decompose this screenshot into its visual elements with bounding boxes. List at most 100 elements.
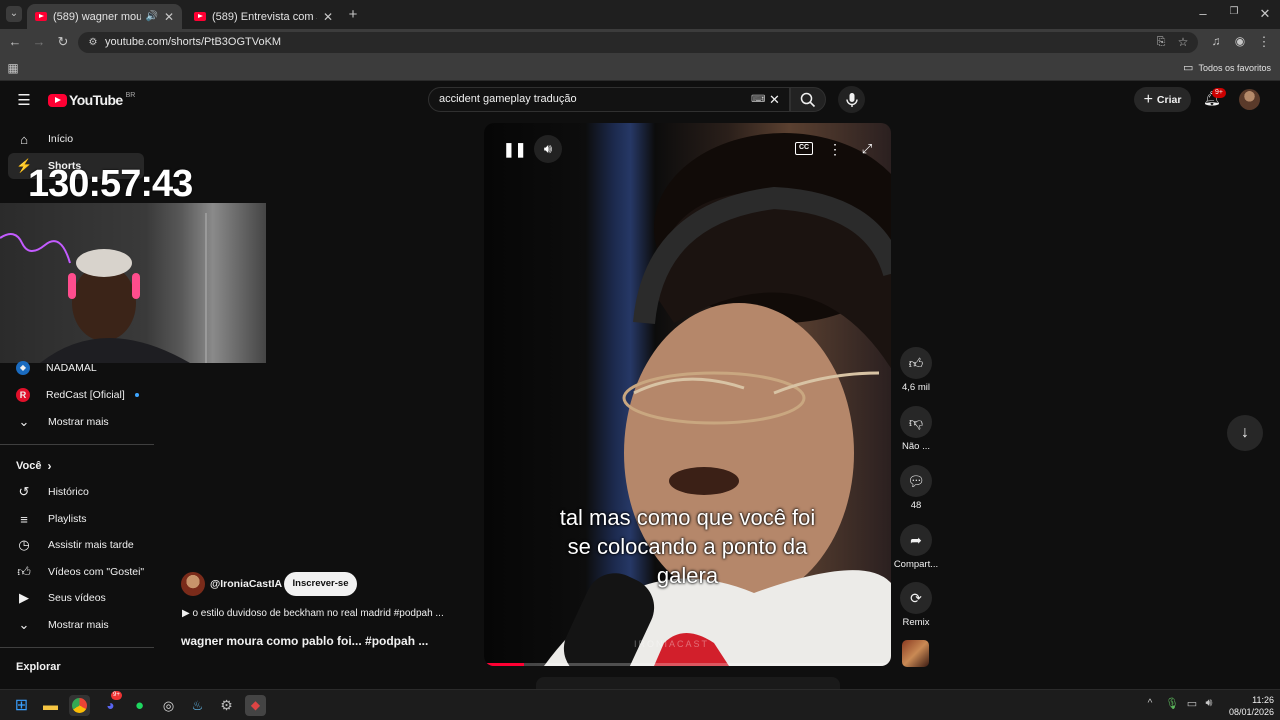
bookmark-star-icon[interactable]: ☆ — [1176, 32, 1190, 53]
search-input[interactable]: accident gameplay tradução ⌨ ✕ — [428, 87, 790, 112]
progress-bar[interactable] — [484, 663, 891, 666]
captions-icon[interactable]: CC — [795, 142, 813, 155]
channel-avatar-icon: R — [16, 388, 30, 402]
youtube-favicon-icon — [194, 12, 206, 21]
youtube-page: ☰ YouTube BR accident gameplay tradução … — [0, 81, 1280, 689]
new-tab-icon[interactable]: + — [346, 6, 360, 23]
more-options-icon[interactable]: ⋮ — [828, 141, 842, 158]
youtube-play-logo-icon — [48, 93, 67, 107]
media-control-icon[interactable]: ♫ — [1208, 34, 1224, 48]
site-info-icon[interactable]: ⚙ — [86, 32, 100, 53]
plus-icon: + — [1143, 90, 1153, 108]
microphone-icon — [846, 93, 858, 107]
browser-tab-strip: ⌄ (589) wagner moura como pablo foi... #… — [0, 0, 1280, 29]
url-text: youtube.com/shorts/PtB3OGTVoKM — [105, 36, 282, 48]
volume-button[interactable]: 🔊︎ — [534, 135, 562, 163]
webcam-scene — [0, 213, 207, 363]
webcam-overlay — [0, 203, 266, 363]
chrome-logo-icon — [72, 698, 87, 713]
channel-handle[interactable]: @IroniaCastIA — [210, 578, 282, 590]
all-bookmarks-button[interactable]: ▭ Todos os favoritos — [1183, 61, 1271, 74]
share-button[interactable]: ➦ — [900, 524, 932, 556]
search-button[interactable] — [790, 87, 826, 112]
sidebar-item-home[interactable]: ⌂ Início — [0, 126, 150, 152]
network-icon[interactable]: ▭ — [1186, 697, 1198, 710]
tab-wagner-moura[interactable]: (589) wagner moura como pablo foi... #po… — [27, 4, 182, 29]
like-button[interactable]: 👍︎ — [900, 347, 932, 379]
bookmarks-bar: ▦ ▭ Todos os favoritos — [0, 56, 1280, 81]
clear-search-icon[interactable]: ✕ — [768, 88, 781, 111]
tab-search-icon[interactable]: ⌄ — [6, 6, 22, 22]
chrome-taskbar-icon[interactable] — [69, 695, 90, 716]
app-icon[interactable]: ◆ — [245, 695, 266, 716]
microphone-tray-icon[interactable]: 🎙︎ — [1165, 697, 1179, 710]
channel-avatar[interactable] — [181, 572, 205, 596]
next-short-button[interactable]: ↓ — [1227, 415, 1263, 451]
sidebar-item-redcast[interactable]: R RedCast [Oficial] — [0, 382, 150, 408]
sidebar-item-watch-later[interactable]: ◷ Assistir mais tarde — [0, 532, 150, 558]
sidebar-item-label: Vídeos com "Gostei" — [48, 566, 145, 578]
reload-icon[interactable]: ↻ — [55, 34, 71, 50]
steam-icon[interactable]: ♨ — [187, 695, 208, 716]
create-button[interactable]: + Criar — [1134, 87, 1191, 112]
sidebar-item-label: Mostrar mais — [48, 416, 109, 428]
speaker-icon[interactable]: 🔊︎ — [1203, 697, 1215, 710]
forward-icon[interactable]: → — [31, 34, 47, 49]
back-icon[interactable]: ← — [7, 34, 23, 49]
sidebar-item-playlists[interactable]: ≡ Playlists — [0, 506, 150, 532]
account-avatar[interactable] — [1239, 89, 1260, 110]
apps-grid-icon[interactable]: ▦ — [5, 61, 21, 75]
windows-start-icon[interactable]: ⊞ — [11, 695, 32, 716]
menu-kebab-icon[interactable]: ⋮ — [1256, 34, 1272, 50]
next-short-preview[interactable] — [536, 677, 840, 689]
tab-audio-icon[interactable]: 🔊 — [145, 11, 157, 22]
settings-gear-icon[interactable]: ⚙ — [216, 695, 237, 716]
short-video-player[interactable]: ❚❚ 🔊︎ CC ⋮ ⤢ tal mas como que você foi s… — [484, 123, 891, 666]
subscribe-button[interactable]: Inscrever-se — [284, 572, 357, 596]
chevron-right-icon: › — [47, 459, 52, 473]
tab-close-icon[interactable]: ✕ — [164, 10, 174, 24]
sidebar-item-your-videos[interactable]: ▶ Seus vídeos — [0, 585, 150, 611]
youtube-logo[interactable]: YouTube BR — [48, 92, 135, 108]
notifications-button[interactable]: 🔔︎ 9+ — [1202, 88, 1226, 111]
hamburger-menu-icon[interactable]: ☰ — [15, 91, 33, 109]
sidebar-item-label: Assistir mais tarde — [48, 539, 134, 551]
obs-icon[interactable]: ◎ — [158, 695, 179, 716]
comments-button[interactable]: 💬︎ — [900, 465, 932, 497]
sidebar-show-more[interactable]: ⌄ Mostrar mais — [0, 409, 150, 435]
sidebar-you-header[interactable]: Você › — [16, 459, 51, 473]
notification-count-badge: 9+ — [1212, 88, 1226, 98]
minimize-icon[interactable]: – — [1196, 6, 1210, 21]
address-bar[interactable]: ⚙ youtube.com/shorts/PtB3OGTVoKM ⎘ ☆ — [78, 32, 1198, 53]
short-title[interactable]: wagner moura como pablo foi... #podpah .… — [181, 634, 428, 648]
video-watermark: IRONIACAST — [634, 639, 710, 649]
install-app-icon[interactable]: ⎘ — [1154, 32, 1168, 53]
pause-icon[interactable]: ❚❚ — [503, 141, 526, 158]
tab-close-icon[interactable]: ✕ — [323, 10, 333, 24]
sidebar-divider — [0, 647, 154, 648]
discord-icon[interactable]: ◕ 9+ — [100, 691, 122, 716]
sidebar-item-liked-videos[interactable]: 👍︎ Vídeos com "Gostei" — [0, 559, 150, 585]
window-close-icon[interactable]: ✕ — [1258, 6, 1272, 22]
related-video-link[interactable]: ▶ o estilo duvidoso de beckham no real m… — [182, 608, 444, 619]
profile-icon[interactable]: ◉ — [1232, 34, 1248, 48]
sidebar-item-history[interactable]: ↺ Histórico — [0, 479, 150, 505]
all-bookmarks-label: Todos os favoritos — [1198, 62, 1271, 73]
tray-chevron-up-icon[interactable]: ^ — [1144, 698, 1156, 709]
keyboard-icon[interactable]: ⌨ — [751, 88, 765, 111]
sidebar-item-nadamal[interactable]: ◆ NADAMAL — [0, 355, 150, 381]
system-clock[interactable]: 11:26 08/01/2026 — [1222, 694, 1274, 718]
spotify-icon[interactable]: ● — [129, 695, 150, 716]
voice-search-button[interactable] — [838, 86, 865, 113]
sidebar-divider — [0, 444, 154, 445]
fullscreen-icon[interactable]: ⤢ — [859, 141, 875, 157]
file-explorer-icon[interactable]: ▬ — [40, 695, 61, 716]
tab-title: (589) Entrevista com Juan Pablo Escobar — [212, 10, 317, 23]
remix-button[interactable]: ⟳ — [900, 582, 932, 614]
watch-later-icon: ◷ — [18, 537, 30, 552]
sidebar-show-more-2[interactable]: ⌄ Mostrar mais — [0, 612, 150, 638]
tab-entrevista[interactable]: (589) Entrevista com Juan Pablo Escobar … — [186, 4, 341, 29]
dislike-button[interactable]: 👎︎ — [900, 406, 932, 438]
audio-track-thumbnail[interactable] — [902, 640, 929, 667]
restore-icon[interactable]: ❐ — [1227, 6, 1241, 17]
